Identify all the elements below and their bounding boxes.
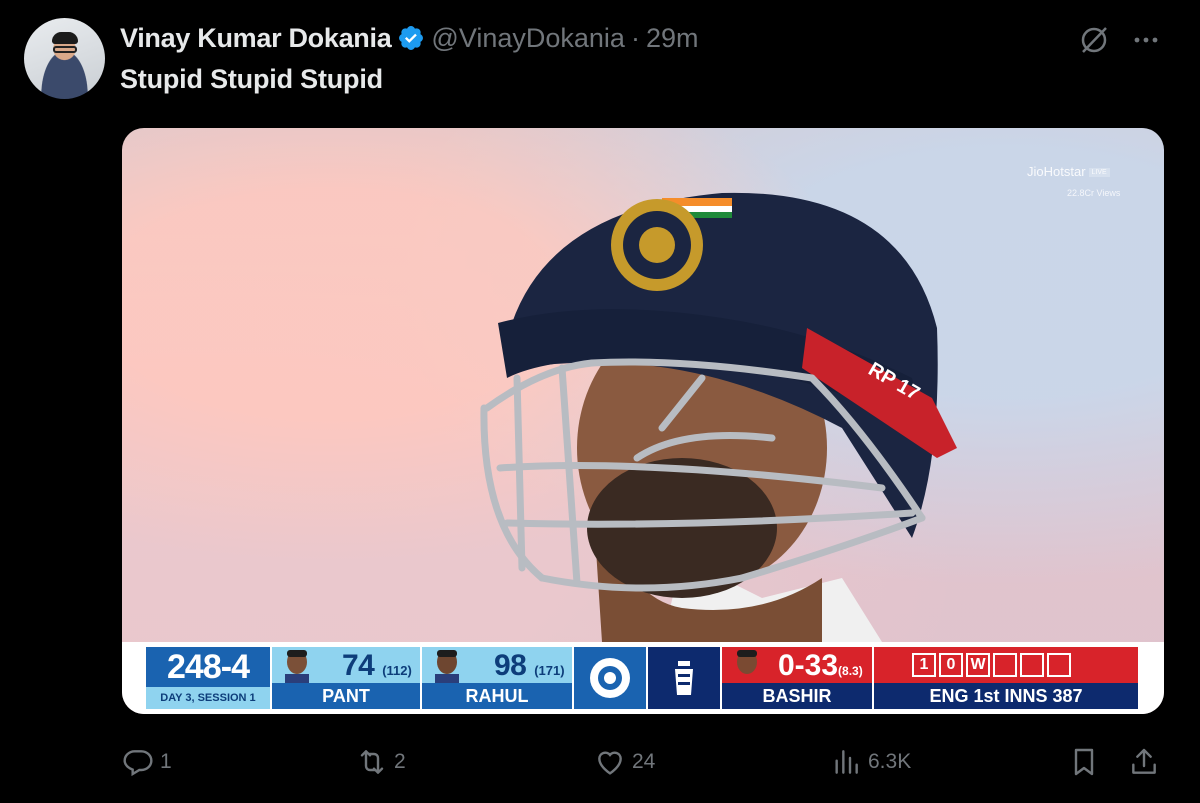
england-logo-panel xyxy=(648,647,720,709)
ball-4 xyxy=(993,653,1017,677)
more-options-icon[interactable] xyxy=(1128,26,1164,54)
ball-2: 0 xyxy=(939,653,963,677)
author-name[interactable]: Vinay Kumar Dokania xyxy=(120,23,392,54)
batter-1-name: PANT xyxy=(322,686,370,706)
session-label: DAY 3, SESSION 1 xyxy=(146,687,270,709)
reply-icon xyxy=(123,750,153,777)
batsman-helmet-illustration: RP 17 xyxy=(480,192,957,642)
avatar-hair xyxy=(52,32,78,44)
batter-card-2: 98 (171) RAHUL xyxy=(422,647,572,709)
bowler-overs: (8.3) xyxy=(838,664,863,678)
share-button[interactable] xyxy=(1128,742,1160,782)
batter-2-balls: (171) xyxy=(534,663,565,678)
ball-6 xyxy=(1047,653,1071,677)
tweet-timestamp[interactable]: 29m xyxy=(646,23,699,54)
author-handle[interactable]: @VinayDokania xyxy=(431,23,625,54)
view-count: 6.3K xyxy=(868,750,912,773)
like-count: 24 xyxy=(632,750,656,773)
live-badge: LIVE xyxy=(1088,168,1110,178)
batter-2-name: RAHUL xyxy=(465,686,529,706)
analytics-icon xyxy=(835,750,858,774)
tweet-action-bar: 1 2 24 6.3K xyxy=(122,742,1166,782)
batter-1-photo xyxy=(285,650,309,683)
live-view-count: 22.8Cr Views xyxy=(1067,188,1121,198)
bcci-logo-icon xyxy=(590,658,630,698)
innings-summary: ENG 1st INNS 387 xyxy=(929,686,1083,706)
ecb-logo-icon xyxy=(675,661,693,695)
bowler-card: 0-33(8.3) BASHIR xyxy=(722,647,872,709)
separator-dot: · xyxy=(630,22,640,53)
bowler-name: BASHIR xyxy=(762,686,832,706)
bowler-photo xyxy=(735,650,759,683)
ball-5 xyxy=(1020,653,1044,677)
batter-1-balls: (112) xyxy=(382,663,412,678)
author-avatar[interactable] xyxy=(24,18,105,99)
repost-icon xyxy=(360,750,384,774)
ball-3: W xyxy=(966,653,990,677)
share-icon xyxy=(1132,748,1156,774)
views-button[interactable]: 6.3K xyxy=(830,742,911,782)
batter-2-photo xyxy=(435,650,459,683)
heart-icon xyxy=(598,751,622,775)
reply-count: 1 xyxy=(160,750,172,773)
bookmark-button[interactable] xyxy=(1068,742,1100,782)
repost-button[interactable]: 2 xyxy=(356,742,406,782)
india-logo-panel xyxy=(574,647,646,709)
reply-button[interactable]: 1 xyxy=(122,742,172,782)
bookmark-icon xyxy=(1074,748,1094,776)
team-total: 248-4 xyxy=(146,647,270,687)
verified-badge-icon xyxy=(399,26,424,50)
broadcaster-logo: JioHotstar LIVE xyxy=(1027,164,1110,179)
tweet-text: Stupid Stupid Stupid xyxy=(120,64,383,94)
grok-icon[interactable] xyxy=(1078,24,1110,56)
tweet-header: Vinay Kumar Dokania @VinayDokania · 29m xyxy=(120,20,698,56)
ball-1: 1 xyxy=(912,653,936,677)
like-button[interactable]: 24 xyxy=(594,742,655,782)
this-over-card: 1 0 W ENG 1st INNS 387 xyxy=(874,647,1138,709)
tweet-media-image[interactable]: RP 17 JioHotstar LIVE 22.8Cr Views 248-4 … xyxy=(122,128,1164,714)
batter-card-1: 74 (112) PANT xyxy=(272,647,420,709)
avatar-glasses xyxy=(53,46,77,53)
repost-count: 2 xyxy=(394,750,406,773)
scoreboard: 248-4 DAY 3, SESSION 1 74 (112) PANT 98 … xyxy=(122,642,1164,714)
